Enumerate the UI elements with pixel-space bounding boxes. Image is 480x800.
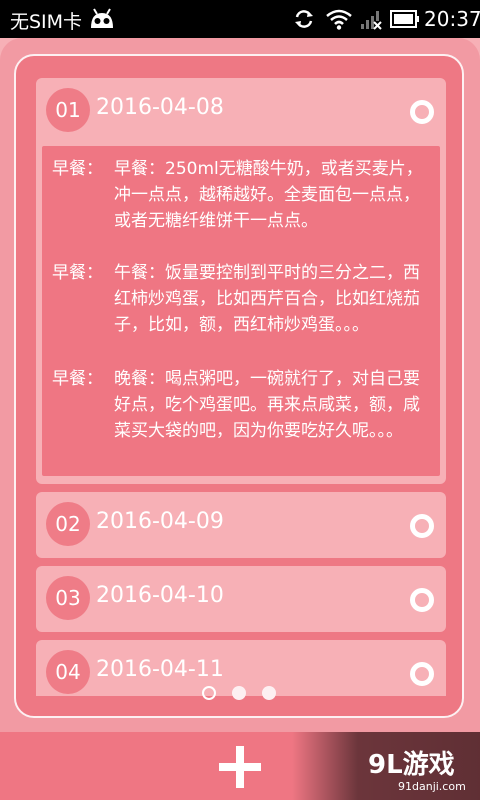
page-dot[interactable] <box>262 686 276 700</box>
meal-entry: 早餐： 早餐：250ml无糖酸牛奶，或者买麦片，冲一点点，越稀越好。全麦面包一点… <box>52 156 434 252</box>
meal-text: 午餐：饭量要控制到平时的三分之二，西红柿炒鸡蛋，比如西芹百合，比如红烧茄子，比如… <box>114 263 420 335</box>
meal-label: 早餐： <box>52 263 103 283</box>
battery-icon <box>390 10 419 28</box>
android-icon <box>91 8 113 28</box>
bottom-bar: 9L游戏 91danji.com <box>0 732 480 800</box>
item-number-badge: 03 <box>46 576 90 620</box>
diet-plan-card: 01 2016-04-08 早餐： 早餐：250ml无糖酸牛奶，或者买麦片，冲一… <box>0 38 480 732</box>
watermark: 9L游戏 91danji.com <box>292 732 480 800</box>
radio-circle-icon[interactable] <box>410 100 434 124</box>
watermark-title: 9L游戏 <box>368 750 455 780</box>
carrier-label: 无SIM卡 <box>10 11 83 33</box>
page-indicator <box>0 686 480 702</box>
meal-entry: 早餐： 午餐：饭量要控制到平时的三分之二，西红柿炒鸡蛋，比如西芹百合，比如红烧茄… <box>52 260 434 356</box>
clock: 20:37 <box>424 7 480 31</box>
item-number-badge: 01 <box>46 88 90 132</box>
meal-entry: 早餐： 晚餐：喝点粥吧，一碗就行了，对自己要好点，吃个鸡蛋吧。再来点咸菜，额，咸… <box>52 366 434 462</box>
list-item[interactable]: 03 2016-04-10 <box>36 566 446 632</box>
meal-label: 早餐： <box>52 369 103 389</box>
meal-text: 早餐：250ml无糖酸牛奶，或者买麦片，冲一点点，越稀越好。全麦面包一点点，或者… <box>114 159 423 231</box>
item-number-badge: 02 <box>46 502 90 546</box>
meal-text: 晚餐：喝点粥吧，一碗就行了，对自己要好点，吃个鸡蛋吧。再来点咸菜，额，咸菜买大袋… <box>114 369 420 441</box>
list-item[interactable]: 02 2016-04-09 <box>36 492 446 558</box>
list-item[interactable]: 01 2016-04-08 早餐： 早餐：250ml无糖酸牛奶，或者买麦片，冲一… <box>36 78 446 484</box>
status-bar: 无SIM卡 20:37 <box>0 0 480 38</box>
wifi-icon <box>326 9 352 30</box>
plus-icon[interactable] <box>219 746 261 788</box>
meal-label: 早餐： <box>52 159 103 179</box>
radio-circle-icon[interactable] <box>410 662 434 686</box>
item-date: 2016-04-08 <box>96 95 224 120</box>
watermark-url: 91danji.com <box>398 780 466 793</box>
no-signal-icon <box>361 11 382 30</box>
meal-detail-panel: 早餐： 早餐：250ml无糖酸牛奶，或者买麦片，冲一点点，越稀越好。全麦面包一点… <box>42 146 440 476</box>
radio-circle-icon[interactable] <box>410 588 434 612</box>
item-date: 2016-04-10 <box>96 583 224 608</box>
date-list[interactable]: 01 2016-04-08 早餐： 早餐：250ml无糖酸牛奶，或者买麦片，冲一… <box>36 78 446 696</box>
sync-icon <box>295 10 313 28</box>
item-date: 2016-04-11 <box>96 657 224 682</box>
list-frame: 01 2016-04-08 早餐： 早餐：250ml无糖酸牛奶，或者买麦片，冲一… <box>14 54 464 718</box>
radio-circle-icon[interactable] <box>410 514 434 538</box>
page-dot-active[interactable] <box>202 686 216 700</box>
page-dot[interactable] <box>232 686 246 700</box>
item-date: 2016-04-09 <box>96 509 224 534</box>
